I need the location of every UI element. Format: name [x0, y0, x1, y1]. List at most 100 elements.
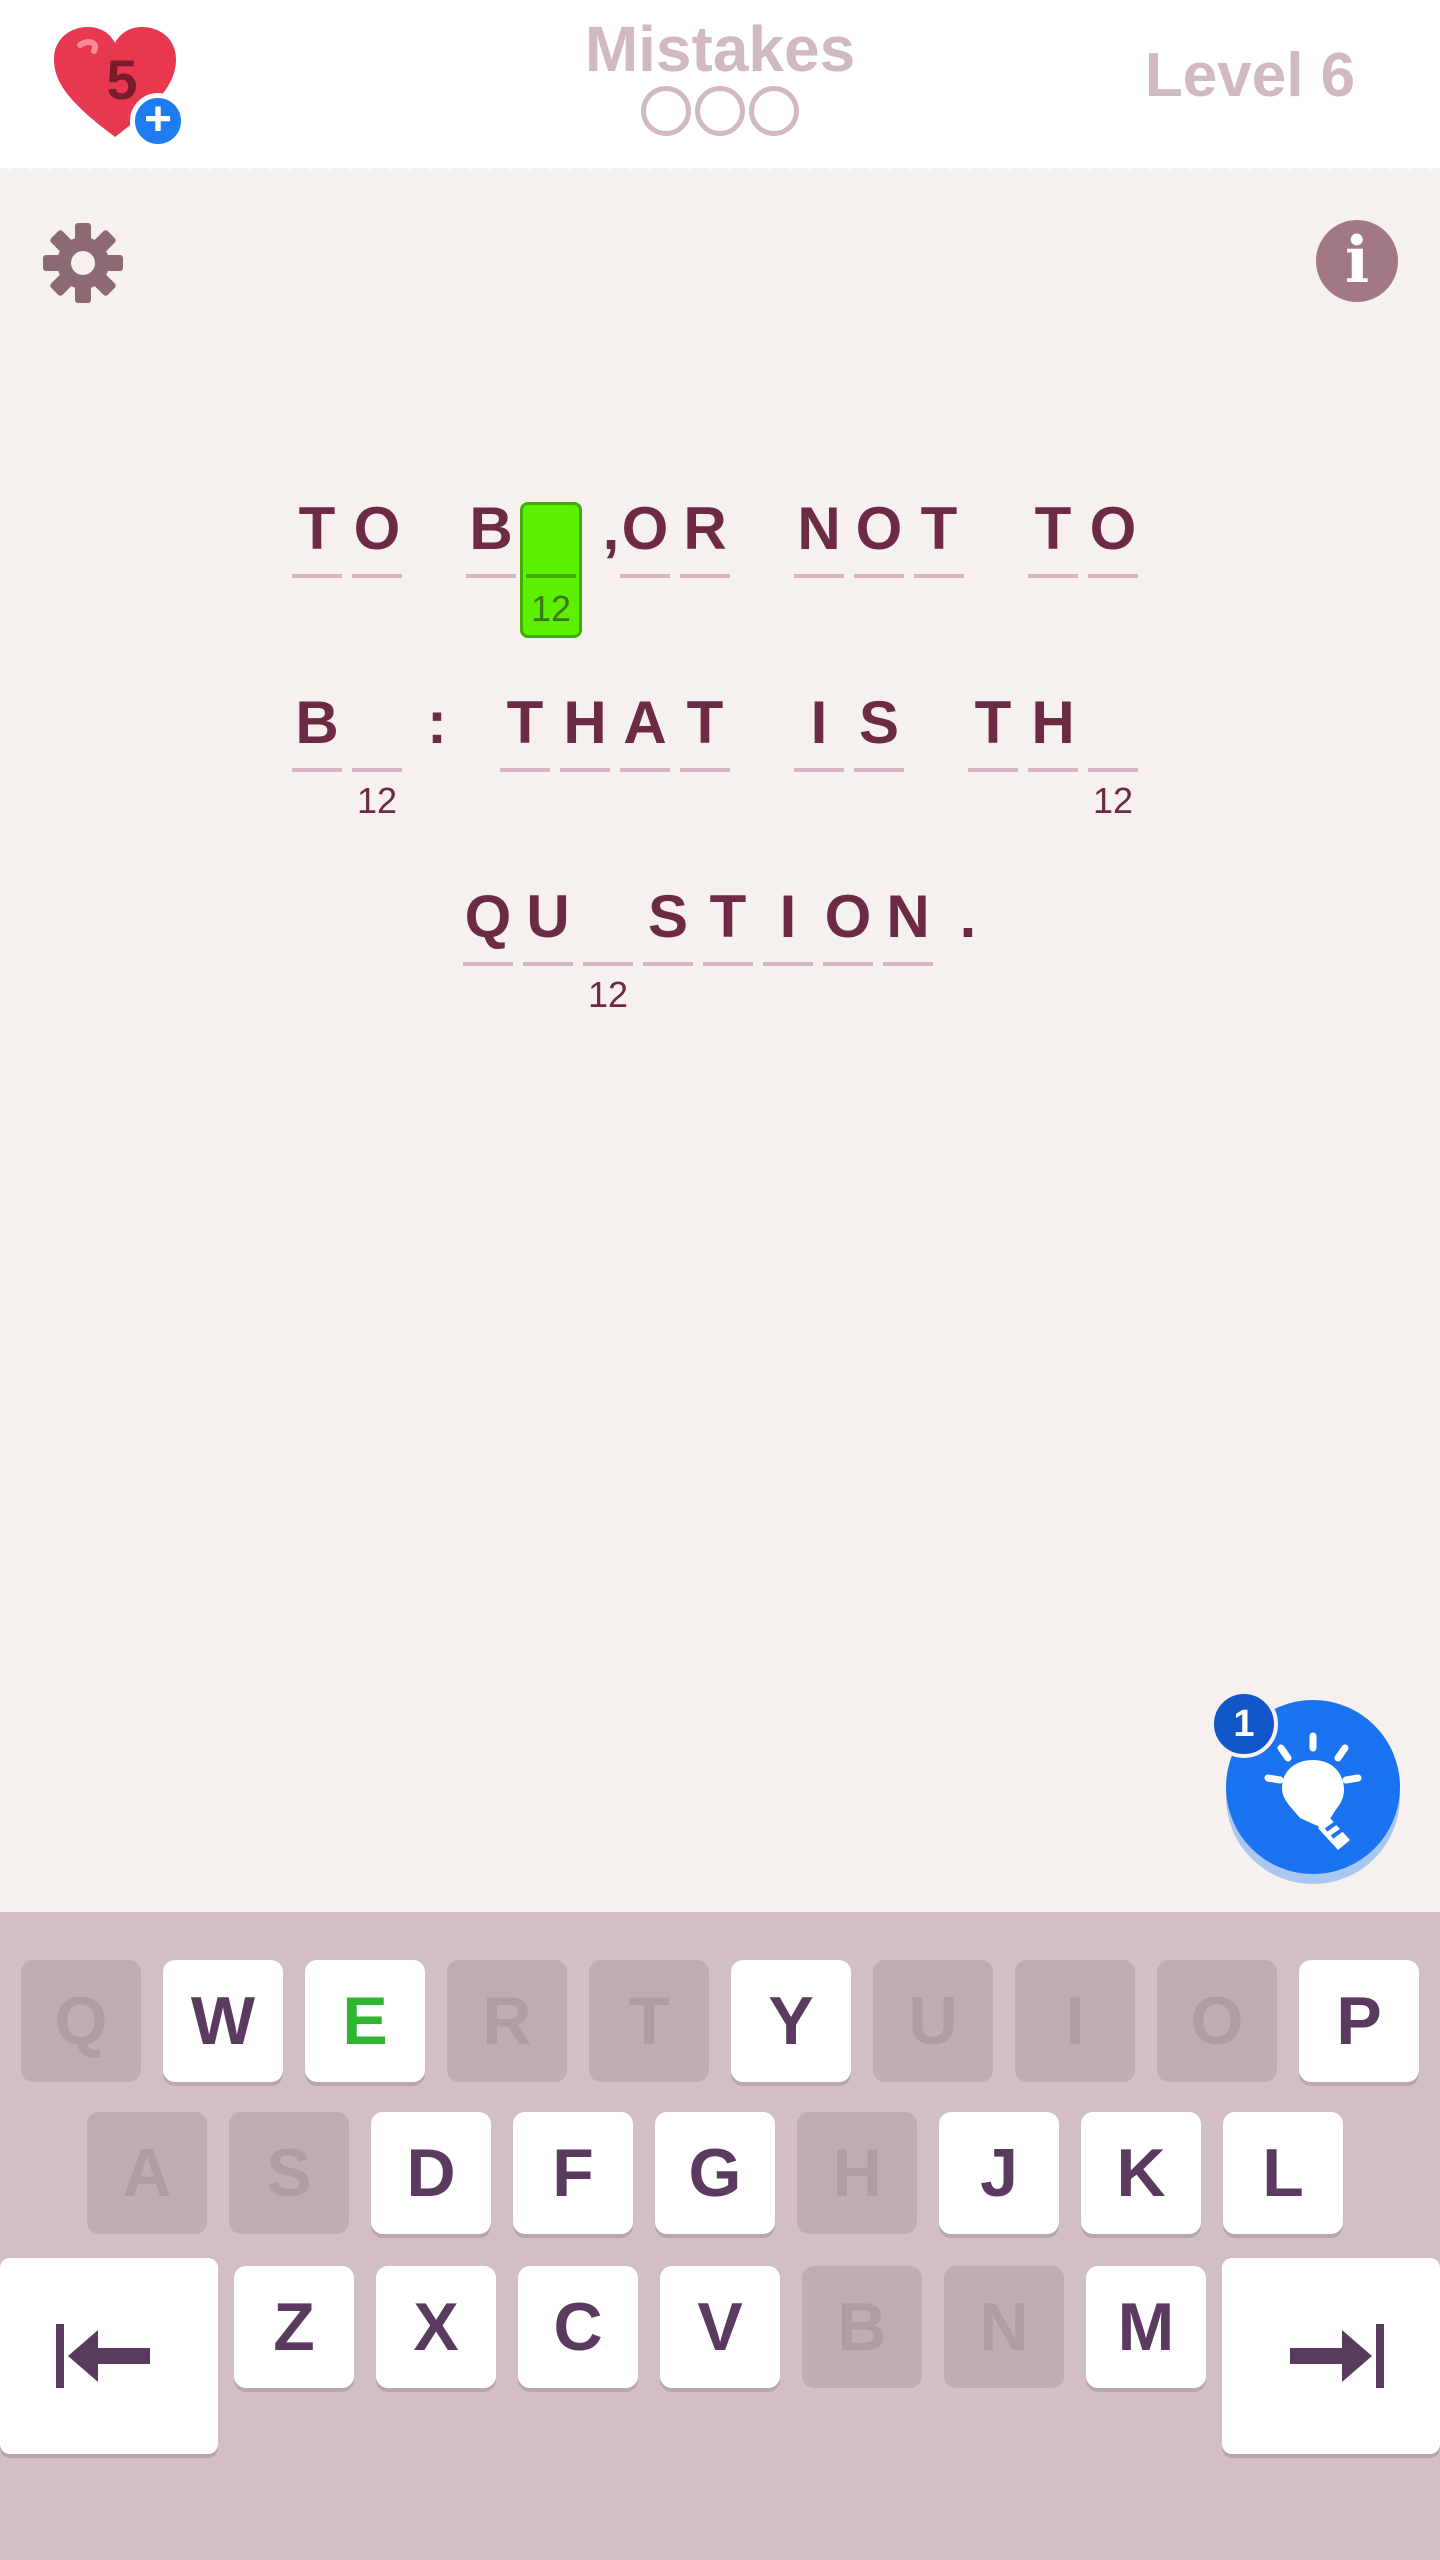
letter-keyboard: QWERTYUIOP ASDFGHJKL ZXCVBNM — [0, 1912, 1440, 2560]
key-k[interactable]: K — [1081, 2112, 1201, 2234]
next-blank-button[interactable] — [1222, 2258, 1440, 2454]
letter-cell: T — [680, 674, 730, 814]
cell-underline — [292, 768, 342, 772]
cell-underline — [823, 962, 873, 966]
top-bar: 5 + Mistakes Level 6 — [0, 0, 1440, 168]
add-lives-button[interactable]: + — [130, 93, 186, 149]
key-v[interactable]: V — [660, 2266, 780, 2388]
letter-cell: O — [1088, 480, 1138, 620]
letter-cell: H — [1028, 674, 1078, 814]
letter-cell: B — [292, 674, 342, 814]
cell-underline — [1028, 768, 1078, 772]
mistake-slot — [641, 86, 691, 136]
cell-underline — [292, 574, 342, 578]
cell-letter: U — [526, 883, 570, 950]
cell-letter: N — [797, 495, 841, 562]
mistake-slot — [695, 86, 745, 136]
key-f[interactable]: F — [513, 2112, 633, 2234]
settings-button[interactable] — [40, 220, 126, 306]
key-x[interactable]: X — [376, 2266, 496, 2388]
letter-cell: I — [794, 674, 844, 814]
cell-letter: T — [974, 689, 1012, 756]
key-b: B — [802, 2266, 922, 2388]
cell-letter: I — [810, 689, 828, 756]
cell-underline — [1088, 574, 1138, 578]
key-r: R — [447, 1960, 567, 2082]
cell-underline — [352, 768, 402, 772]
cell-letter: T — [709, 883, 747, 950]
letter-cell: T — [500, 674, 550, 814]
blank-cell[interactable]: 12 — [583, 868, 633, 1015]
cell-underline — [968, 768, 1018, 772]
cell-code-number: 12 — [587, 974, 629, 1015]
letter-cell: Q — [463, 868, 513, 1008]
cell-letter: O — [1089, 495, 1137, 562]
key-y[interactable]: Y — [731, 1960, 851, 2082]
cell-letter: B — [469, 495, 513, 562]
letter-cell: S — [643, 868, 693, 1008]
key-w[interactable]: W — [163, 1960, 283, 2082]
cell-letter: O — [855, 495, 903, 562]
cell-underline — [680, 768, 730, 772]
mistake-slot — [749, 86, 799, 136]
key-e[interactable]: E — [305, 1960, 425, 2082]
cell-letter: N — [886, 883, 930, 950]
cell-underline — [463, 962, 513, 966]
letter-cell: A — [620, 674, 670, 814]
blank-cell[interactable]: 12 — [520, 480, 582, 638]
letter-cell: N — [883, 868, 933, 1008]
cell-underline — [1028, 574, 1078, 578]
cell-underline — [466, 574, 516, 578]
cell-letter: O — [824, 883, 872, 950]
key-u: U — [873, 1960, 993, 2082]
previous-blank-button[interactable] — [0, 2258, 218, 2454]
blank-cell[interactable]: 12 — [352, 674, 402, 821]
key-q: Q — [21, 1960, 141, 2082]
letter-cell: T — [968, 674, 1018, 814]
key-s: S — [229, 2112, 349, 2234]
cell-underline — [643, 962, 693, 966]
key-m[interactable]: M — [1086, 2266, 1206, 2388]
letter-cell: O — [823, 868, 873, 1008]
cell-letter: H — [563, 689, 607, 756]
key-g[interactable]: G — [655, 2112, 775, 2234]
cell-underline — [583, 962, 633, 966]
key-o: O — [1157, 1960, 1277, 2082]
letter-cell: U — [523, 868, 573, 1008]
key-d[interactable]: D — [371, 2112, 491, 2234]
cell-underline — [352, 574, 402, 578]
cell-underline — [500, 768, 550, 772]
cell-underline — [883, 962, 933, 966]
cell-underline — [854, 768, 904, 772]
cell-letter: O — [621, 495, 669, 562]
cell-letter: T — [686, 689, 724, 756]
punctuation-cell: . — [943, 868, 993, 1008]
blank-cell[interactable]: 12 — [1088, 674, 1138, 821]
letter-cell: T — [1028, 480, 1078, 620]
key-p[interactable]: P — [1299, 1960, 1419, 2082]
key-j[interactable]: J — [939, 2112, 1059, 2234]
key-l[interactable]: L — [1223, 2112, 1343, 2234]
info-button[interactable]: i — [1316, 220, 1398, 302]
puzzle-line: B 12: T H A T I S T H 12 — [0, 674, 1440, 834]
mistake-counter — [630, 86, 810, 142]
key-z[interactable]: Z — [234, 2266, 354, 2388]
cell-letter: H — [1031, 689, 1075, 756]
cell-letter: Q — [464, 883, 512, 950]
cell-underline — [794, 574, 844, 578]
gear-icon — [43, 223, 123, 303]
cell-code-number: 12 — [530, 588, 572, 629]
cell-underline — [854, 574, 904, 578]
cell-underline — [620, 574, 670, 578]
letter-cell: B — [466, 480, 516, 620]
cell-letter: : — [427, 689, 447, 756]
cell-letter: I — [779, 883, 797, 950]
lives-indicator[interactable]: 5 + — [50, 25, 190, 155]
key-n: N — [944, 2266, 1064, 2388]
cell-letter: T — [506, 689, 544, 756]
letter-cell: O — [854, 480, 904, 620]
header-edge — [0, 150, 1440, 170]
cell-letter: A — [623, 689, 667, 756]
key-c[interactable]: C — [518, 2266, 638, 2388]
arrow-left-to-bar-icon — [56, 2324, 150, 2388]
